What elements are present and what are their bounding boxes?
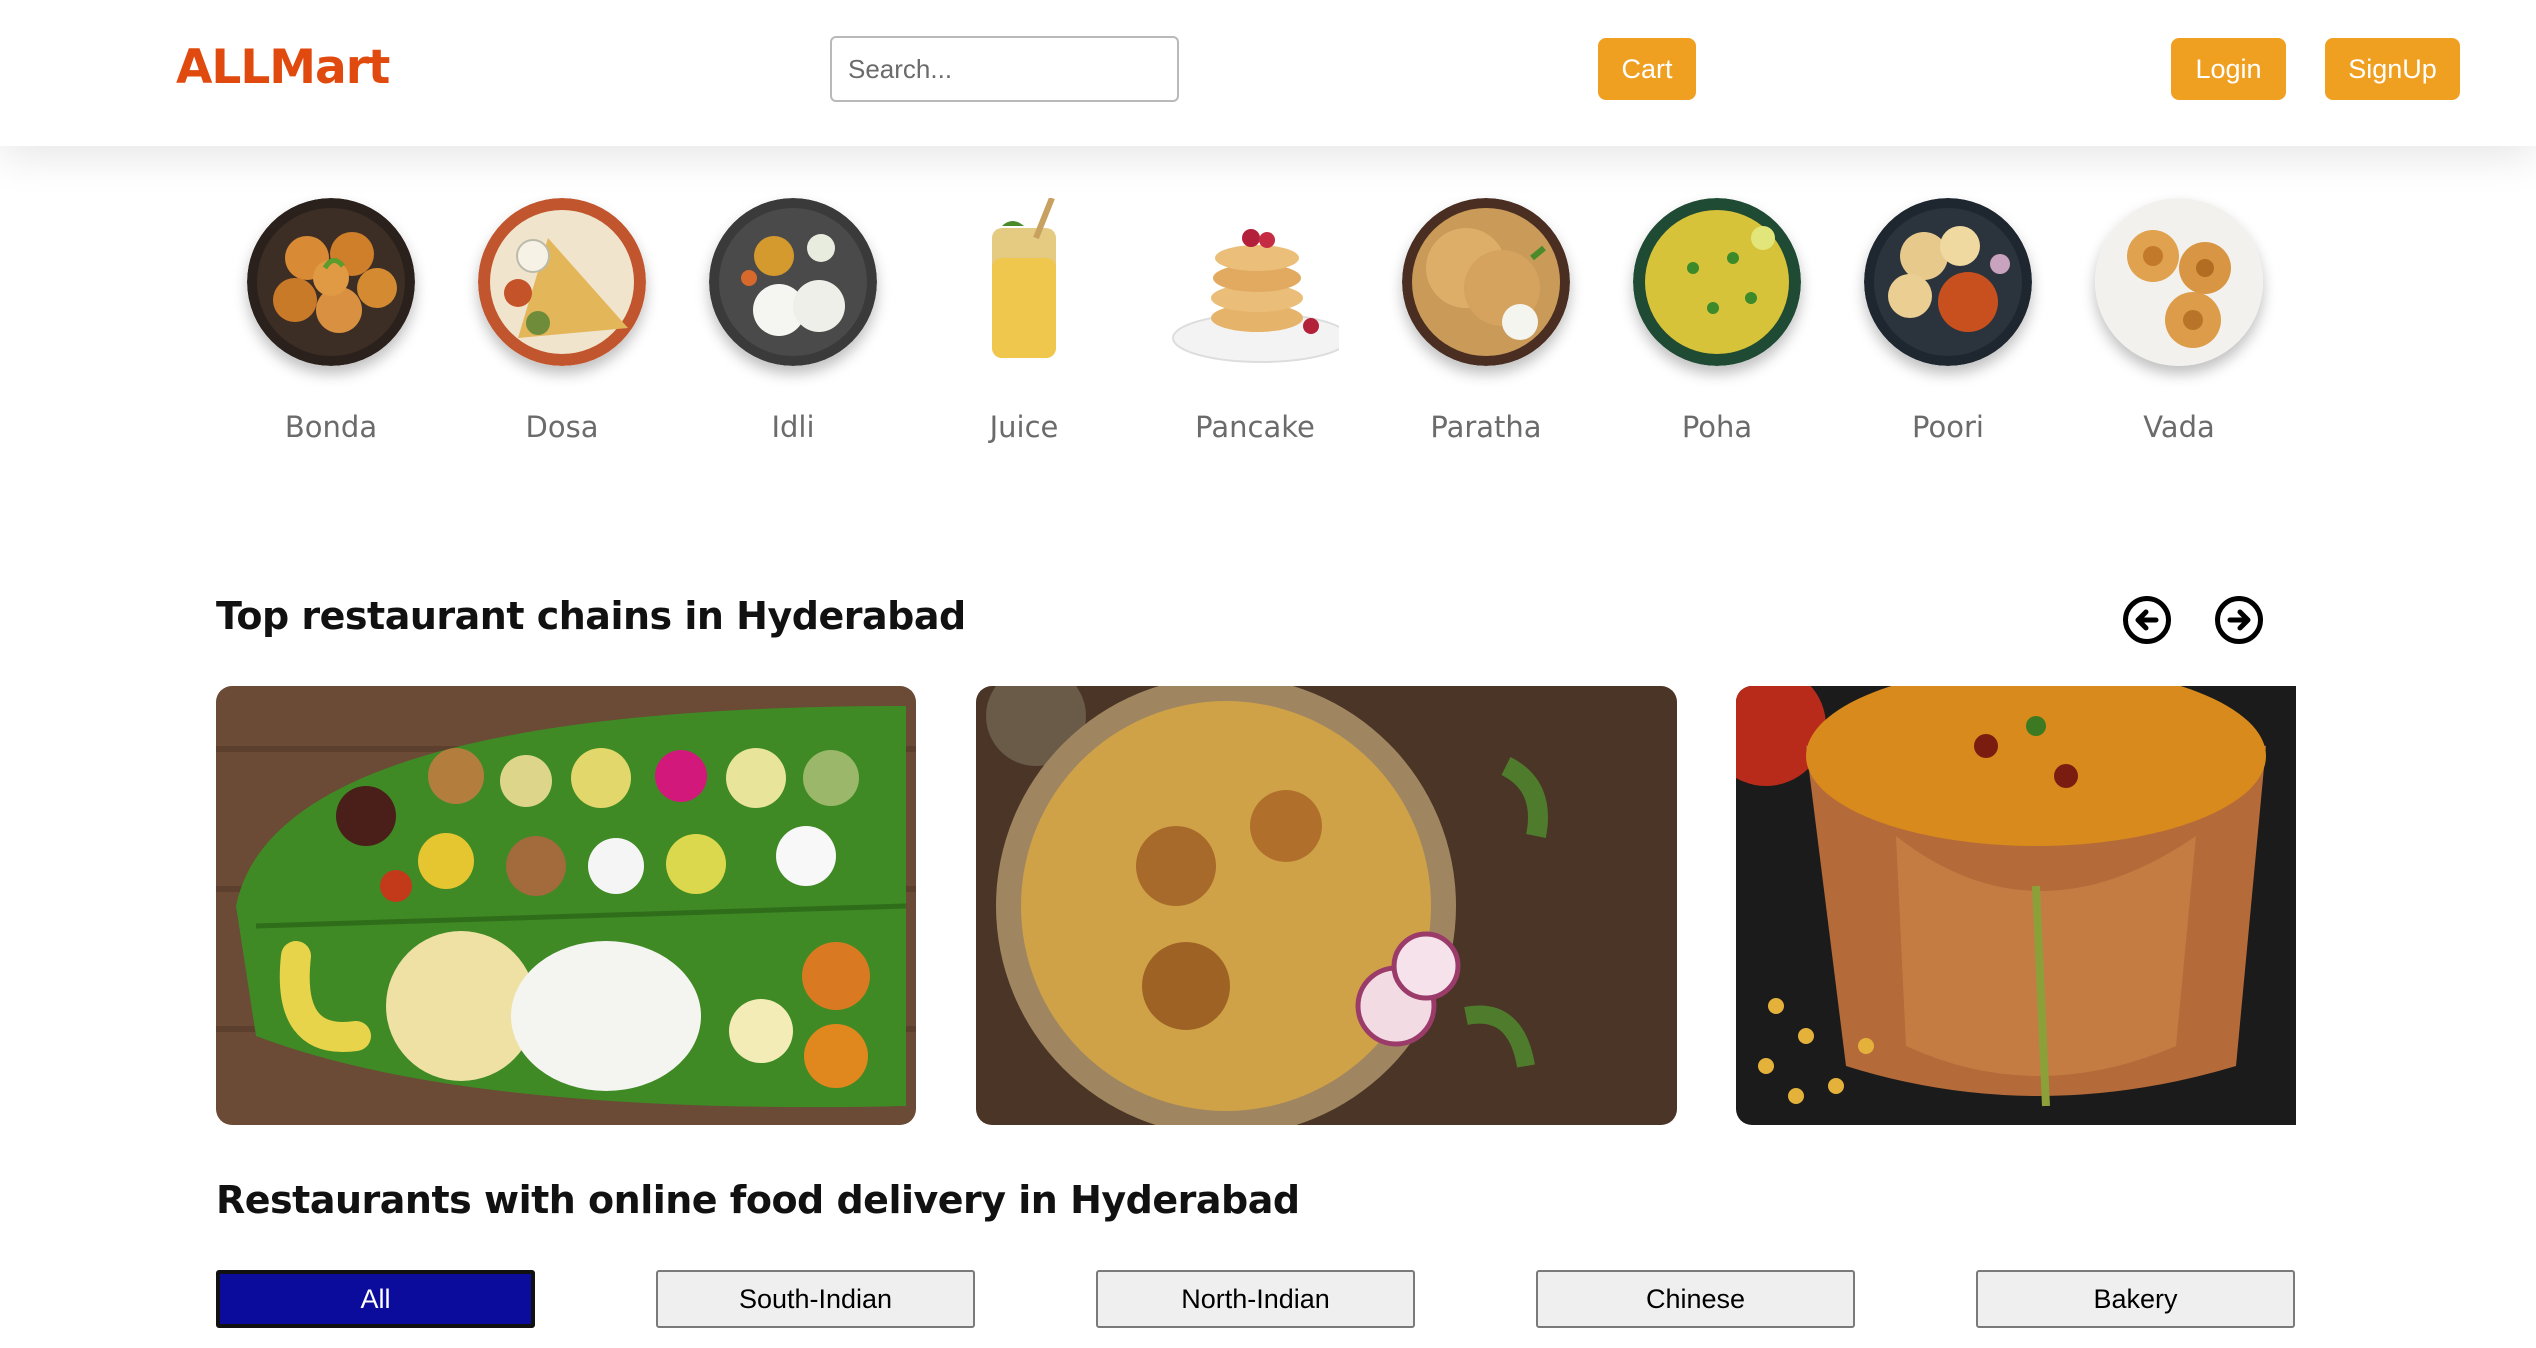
category-item-poha[interactable]: Poha bbox=[1617, 198, 1817, 458]
restaurant-image-dal bbox=[1736, 686, 2296, 1125]
paratha-image bbox=[1402, 198, 1570, 366]
restaurant-card[interactable] bbox=[1736, 686, 2296, 1125]
restaurant-card[interactable] bbox=[976, 686, 1677, 1125]
poori-image bbox=[1864, 198, 2032, 366]
search-input[interactable] bbox=[830, 36, 1179, 102]
carousel-next-button[interactable] bbox=[2215, 596, 2263, 644]
signup-button[interactable]: SignUp bbox=[2325, 38, 2460, 100]
restaurant-image-biryani bbox=[976, 686, 1677, 1125]
restaurant-card[interactable] bbox=[216, 686, 916, 1125]
category-item-dosa[interactable]: Dosa bbox=[462, 198, 662, 458]
category-label: Vada bbox=[2143, 410, 2215, 444]
juice-image bbox=[992, 198, 1056, 358]
filter-button-bakery[interactable]: Bakery bbox=[1976, 1270, 2295, 1328]
category-item-idli[interactable]: Idli bbox=[693, 198, 893, 458]
top-navbar: ALLMart Cart Login SignUp bbox=[0, 0, 2536, 146]
filter-button-chinese[interactable]: Chinese bbox=[1536, 1270, 1855, 1328]
section-title-delivery: Restaurants with online food delivery in… bbox=[216, 1178, 1300, 1222]
filter-button-north-indian[interactable]: North-Indian bbox=[1096, 1270, 1415, 1328]
restaurant-image-banana-leaf bbox=[216, 686, 916, 1125]
category-item-poori[interactable]: Poori bbox=[1848, 198, 2048, 458]
arrow-right-icon bbox=[2227, 609, 2251, 631]
category-label: Pancake bbox=[1195, 410, 1315, 444]
filter-button-south-indian[interactable]: South-Indian bbox=[656, 1270, 975, 1328]
bonda-image bbox=[247, 198, 415, 366]
pancake-image bbox=[1172, 229, 1339, 363]
category-item-vada[interactable]: Vada bbox=[2079, 198, 2279, 458]
idli-image bbox=[709, 198, 877, 366]
category-item-juice[interactable]: Juice bbox=[924, 198, 1124, 458]
vada-image bbox=[2095, 198, 2263, 366]
category-label: Poori bbox=[1912, 410, 1984, 444]
category-label: Paratha bbox=[1430, 410, 1542, 444]
category-label: Dosa bbox=[525, 410, 599, 444]
category-item-bonda[interactable]: Bonda bbox=[231, 198, 431, 458]
section-title-top-chains: Top restaurant chains in Hyderabad bbox=[216, 594, 966, 638]
poha-image bbox=[1633, 198, 1801, 366]
dosa-image bbox=[478, 198, 646, 366]
category-label: Juice bbox=[989, 410, 1059, 444]
category-item-pancake[interactable]: Pancake bbox=[1155, 198, 1355, 458]
category-item-paratha[interactable]: Paratha bbox=[1386, 198, 1586, 458]
category-label: Poha bbox=[1681, 410, 1753, 444]
category-label: Bonda bbox=[284, 410, 378, 444]
cart-button[interactable]: Cart bbox=[1598, 38, 1696, 100]
carousel-prev-button[interactable] bbox=[2123, 596, 2171, 644]
arrow-left-icon bbox=[2135, 609, 2159, 631]
category-label: Idli bbox=[771, 410, 815, 444]
filter-button-all[interactable]: All bbox=[216, 1270, 535, 1328]
brand-logo[interactable]: ALLMart bbox=[176, 40, 390, 95]
login-button[interactable]: Login bbox=[2171, 38, 2286, 100]
